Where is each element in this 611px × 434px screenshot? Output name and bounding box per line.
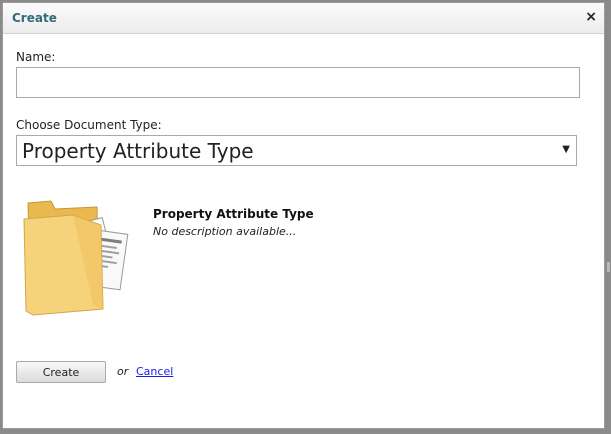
- name-input[interactable]: [16, 67, 580, 98]
- dialog-title: Create: [12, 11, 57, 25]
- document-type-selected-value: Property Attribute Type: [22, 139, 254, 163]
- document-type-description: No description available...: [153, 225, 297, 238]
- document-type-title: Property Attribute Type: [153, 207, 314, 221]
- background-window-edge: [607, 262, 610, 272]
- folder-documents-icon: [23, 200, 129, 316]
- close-icon[interactable]: ×: [585, 9, 597, 25]
- document-type-label: Choose Document Type:: [16, 118, 162, 132]
- create-button[interactable]: Create: [16, 361, 106, 383]
- or-separator: or: [117, 365, 129, 378]
- create-dialog: Create × Name: Choose Document Type: Pro…: [2, 2, 605, 429]
- document-type-select[interactable]: Property Attribute Type ▼: [16, 135, 577, 166]
- dialog-titlebar: Create ×: [3, 3, 604, 34]
- chevron-down-icon: ▼: [562, 144, 570, 155]
- cancel-link[interactable]: Cancel: [136, 365, 173, 378]
- name-label: Name:: [16, 50, 56, 64]
